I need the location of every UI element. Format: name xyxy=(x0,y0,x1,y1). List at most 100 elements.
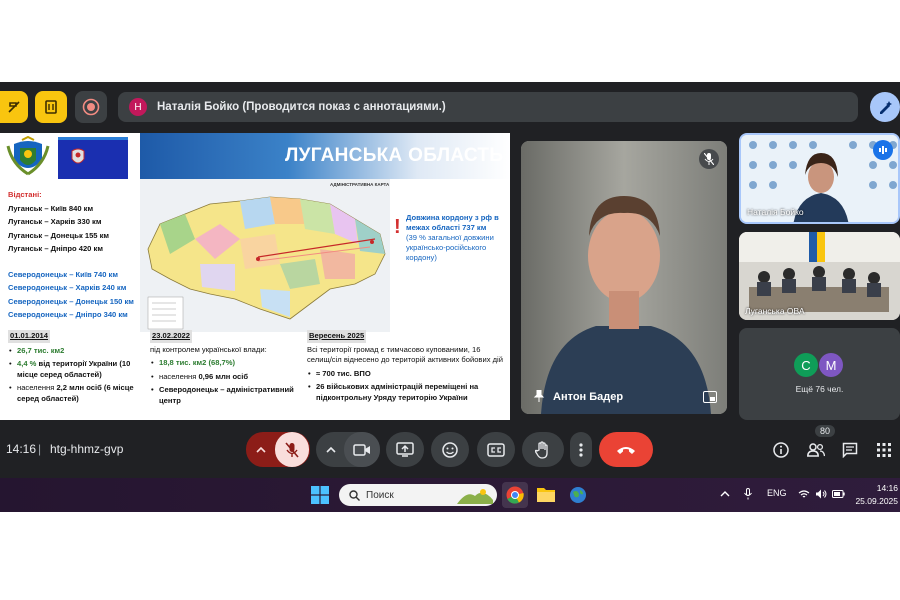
emoji-icon xyxy=(442,441,458,458)
pen-icon xyxy=(880,101,892,114)
distances-block: Відстані: Луганськ – Київ 840 км Лугансь… xyxy=(8,188,143,322)
info-icon xyxy=(773,442,789,458)
search-icon xyxy=(349,489,360,501)
globe-app-icon[interactable] xyxy=(569,486,587,504)
list-item: 18,8 тис. км2 (68,7%) xyxy=(150,358,300,369)
screenshot: Н Наталія Бойко (Проводится показ с анно… xyxy=(0,0,900,600)
taskbar-chrome-button[interactable] xyxy=(502,482,528,508)
distance-sever-donetsk: Северодонецьк – Донецьк 150 км xyxy=(8,296,134,306)
column-2025-intro: Всі території громад є тимчасово купован… xyxy=(307,344,503,365)
more-participants-tile[interactable]: С М Ещё 76 чел. xyxy=(739,328,900,420)
participant-tile-anton[interactable]: Антон Бадер xyxy=(521,141,727,414)
column-2025: Вересень 2025 Всі території громад є тим… xyxy=(307,330,507,403)
participant-tile-natalia[interactable]: Наталія Бойко xyxy=(739,133,900,224)
pin-icon xyxy=(533,390,545,402)
document-icon xyxy=(45,100,57,114)
audio-level-icon xyxy=(879,146,887,154)
closed-captions-icon xyxy=(487,442,505,457)
hang-up-icon xyxy=(617,446,635,454)
reactions-button[interactable] xyxy=(431,432,469,467)
activities-button[interactable] xyxy=(872,438,896,462)
apps-grid-icon xyxy=(877,443,891,457)
wifi-icon[interactable] xyxy=(798,489,810,499)
column-2022: 23.02.2022 під контролем української вла… xyxy=(150,330,300,406)
distance-luhansk-donetsk: Луганськ – Донецьк 155 км xyxy=(8,230,110,240)
picture-in-picture-icon xyxy=(703,391,717,403)
more-participants-label: Ещё 76 чел. xyxy=(795,384,844,394)
speaking-indicator xyxy=(873,140,893,160)
chevron-up-icon xyxy=(326,446,336,453)
distance-luhansk-kyiv: Луганськ – Київ 840 км xyxy=(8,203,94,213)
chevron-up-icon[interactable] xyxy=(720,490,730,498)
present-screen-icon xyxy=(396,442,414,457)
input-language[interactable]: ENG xyxy=(767,488,787,498)
meeting-clock: 14:16 xyxy=(6,442,37,456)
annotations-button[interactable] xyxy=(0,91,28,123)
microphone-icon[interactable] xyxy=(744,488,752,500)
meeting-details-button[interactable] xyxy=(769,438,793,462)
windows-taskbar: Поиск ENG 14:16 25.09.2025 xyxy=(0,478,900,512)
mic-off-icon xyxy=(285,441,299,458)
map-label: АДМІНІСТРАТИВНА КАРТА xyxy=(330,182,390,187)
google-meet-window: Н Наталія Бойко (Проводится показ с анно… xyxy=(0,82,900,479)
annotate-pen-button[interactable] xyxy=(870,92,900,122)
chevron-up-icon xyxy=(256,446,266,453)
border-note: Довжина кордону з рф в межах області 737… xyxy=(406,213,510,263)
taskbar-search-box[interactable]: Поиск xyxy=(339,484,497,506)
distances-label: Відстані: xyxy=(8,190,42,199)
participant-video xyxy=(521,141,727,414)
participant-avatar: М xyxy=(819,353,843,377)
participant-name: Наталія Бойко xyxy=(747,207,804,217)
presentation-banner-text: Наталія Бойко (Проводится показ с аннота… xyxy=(157,101,446,113)
raise-hand-icon xyxy=(535,440,548,459)
more-vert-icon xyxy=(579,442,583,457)
leave-call-button[interactable] xyxy=(599,432,653,467)
list-item: Северодонецьк – адміністративний центр xyxy=(150,385,300,406)
shared-presentation-slide: ЛУГАНСЬКА ОБЛАСТЬ Відстані: Луганськ – К… xyxy=(0,133,510,420)
column-2022-intro: під контролем української влади: xyxy=(150,344,267,354)
ukraine-map-image xyxy=(147,196,386,330)
mic-off-icon xyxy=(704,153,714,165)
column-2014-date: 01.01.2014 xyxy=(8,330,51,343)
search-highlight-image xyxy=(457,489,493,504)
volume-icon[interactable] xyxy=(815,489,827,499)
raise-hand-button[interactable] xyxy=(522,432,564,467)
coat-of-arms-emblem xyxy=(6,136,50,176)
column-2022-date: 23.02.2022 xyxy=(150,330,193,343)
captions-button[interactable] xyxy=(477,432,515,467)
exclamation-icon: ! xyxy=(394,216,401,238)
taskbar-time[interactable]: 14:16 xyxy=(860,483,898,493)
annotation-off-icon xyxy=(8,101,20,113)
list-item: населення 2,2 млн осіб (6 місце серед об… xyxy=(8,383,143,404)
people-icon xyxy=(807,443,825,457)
column-2025-date: Вересень 2025 xyxy=(307,330,367,343)
layout-button[interactable] xyxy=(35,91,67,123)
presenter-avatar: Н xyxy=(129,98,147,116)
list-item: 4,4 % від території України (10 місце се… xyxy=(8,359,143,380)
distance-luhansk-dnipro: Луганськ – Дніпро 420 км xyxy=(8,244,103,253)
ukraine-administrative-map xyxy=(140,179,390,332)
microphone-toggle-button[interactable] xyxy=(275,432,309,467)
oblast-flag-emblem xyxy=(58,137,128,179)
border-note-length: Довжина кордону з рф в межах області 737… xyxy=(406,213,499,232)
record-icon xyxy=(82,98,100,116)
list-item: 26,7 тис. км2 xyxy=(8,346,143,357)
distance-luhansk-kharkiv: Луганськ – Харків 330 км xyxy=(8,217,102,226)
file-explorer-icon[interactable] xyxy=(537,486,555,502)
windows-start-icon[interactable] xyxy=(311,486,329,504)
participant-name: Антон Бадер xyxy=(553,391,624,403)
mic-off-indicator xyxy=(699,149,719,169)
people-button[interactable] xyxy=(804,438,828,462)
participant-tile-luhansk-ova[interactable]: Луганська ОВА xyxy=(739,232,900,320)
chat-button[interactable] xyxy=(838,438,862,462)
list-item: 26 військових адміністрацій переміщені н… xyxy=(307,382,507,403)
participant-name: Луганська ОВА xyxy=(745,306,805,316)
more-options-button[interactable] xyxy=(570,432,592,467)
list-item: ≈ 700 тис. ВПО xyxy=(307,369,507,380)
taskbar-date[interactable]: 25.09.2025 xyxy=(828,496,898,506)
recording-button[interactable] xyxy=(75,91,107,123)
camera-toggle-button[interactable] xyxy=(344,432,380,467)
distance-sever-kyiv: Северодонецьк – Київ 740 км xyxy=(8,269,118,279)
slide-title-band: ЛУГАНСЬКА ОБЛАСТЬ xyxy=(140,133,510,179)
present-screen-button[interactable] xyxy=(386,432,424,467)
